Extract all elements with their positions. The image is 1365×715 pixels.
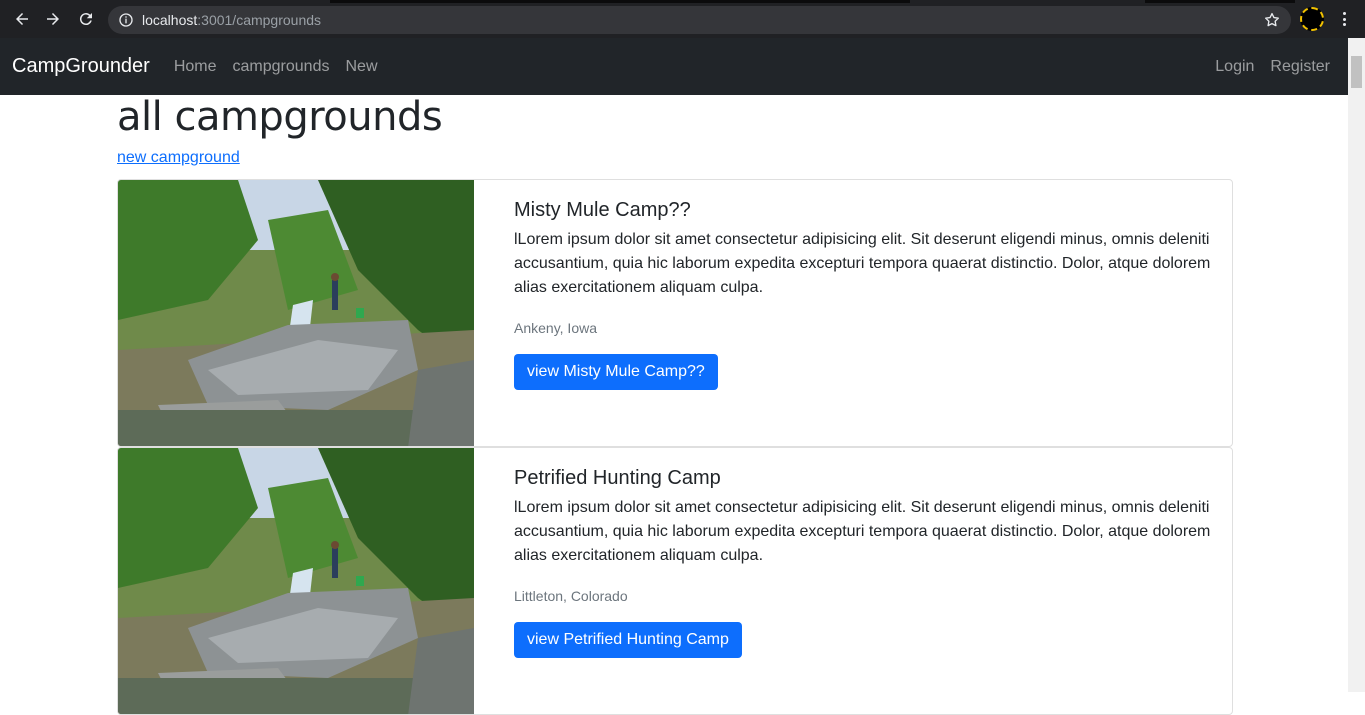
reload-icon[interactable] xyxy=(76,9,96,29)
nav-link-login[interactable]: Login xyxy=(1215,58,1254,76)
bookmark-star-icon[interactable] xyxy=(1263,11,1281,29)
nav-link-new[interactable]: New xyxy=(345,58,377,76)
address-bar[interactable]: localhost:3001/campgrounds xyxy=(108,6,1291,34)
navbar-brand[interactable]: CampGrounder xyxy=(12,55,150,78)
page-title: all campgrounds xyxy=(117,94,443,140)
tab-strip-edge xyxy=(0,0,1365,3)
forward-arrow-icon[interactable] xyxy=(43,9,63,29)
view-campground-button[interactable]: view Misty Mule Camp?? xyxy=(514,354,718,390)
site-navbar: CampGrounder Home campgrounds New Login … xyxy=(0,38,1348,95)
extension-icon[interactable] xyxy=(1300,7,1324,31)
campground-card-body: Misty Mule Camp?? lLorem ipsum dolor sit… xyxy=(474,180,1232,446)
campground-title: Misty Mule Camp?? xyxy=(514,199,691,221)
browser-toolbar: localhost:3001/campgrounds xyxy=(0,0,1365,38)
navbar-auth-links: Login Register xyxy=(1199,38,1330,95)
main-content: all campgrounds new campground Misty Mul… xyxy=(117,95,1233,715)
page-scrollbar[interactable] xyxy=(1348,38,1365,692)
campground-image xyxy=(118,180,474,446)
url-text[interactable]: localhost:3001/campgrounds xyxy=(142,12,321,28)
navbar-links: Home campgrounds New xyxy=(174,58,394,76)
view-campground-button[interactable]: view Petrified Hunting Camp xyxy=(514,622,742,658)
campground-card-body: Petrified Hunting Camp lLorem ipsum dolo… xyxy=(474,448,1232,714)
nav-link-register[interactable]: Register xyxy=(1270,58,1330,76)
back-arrow-icon[interactable] xyxy=(12,9,32,29)
campground-image xyxy=(118,448,474,714)
campground-title: Petrified Hunting Camp xyxy=(514,467,721,489)
scrollbar-thumb[interactable] xyxy=(1351,56,1362,88)
campground-location: Littleton, Colorado xyxy=(514,588,628,604)
info-icon[interactable] xyxy=(118,12,134,28)
campground-location: Ankeny, Iowa xyxy=(514,320,598,336)
new-campground-link[interactable]: new campground xyxy=(117,149,240,167)
campground-description: lLorem ipsum dolor sit amet consectetur … xyxy=(514,499,1211,564)
campground-description: lLorem ipsum dolor sit amet consectetur … xyxy=(514,231,1211,296)
campground-card: Petrified Hunting Camp lLorem ipsum dolo… xyxy=(117,447,1233,715)
kebab-menu-icon[interactable] xyxy=(1336,10,1352,28)
nav-link-home[interactable]: Home xyxy=(174,58,217,76)
campground-list: Misty Mule Camp?? lLorem ipsum dolor sit… xyxy=(117,179,1233,715)
campground-card: Misty Mule Camp?? lLorem ipsum dolor sit… xyxy=(117,179,1233,447)
nav-link-campgrounds[interactable]: campgrounds xyxy=(233,58,330,76)
